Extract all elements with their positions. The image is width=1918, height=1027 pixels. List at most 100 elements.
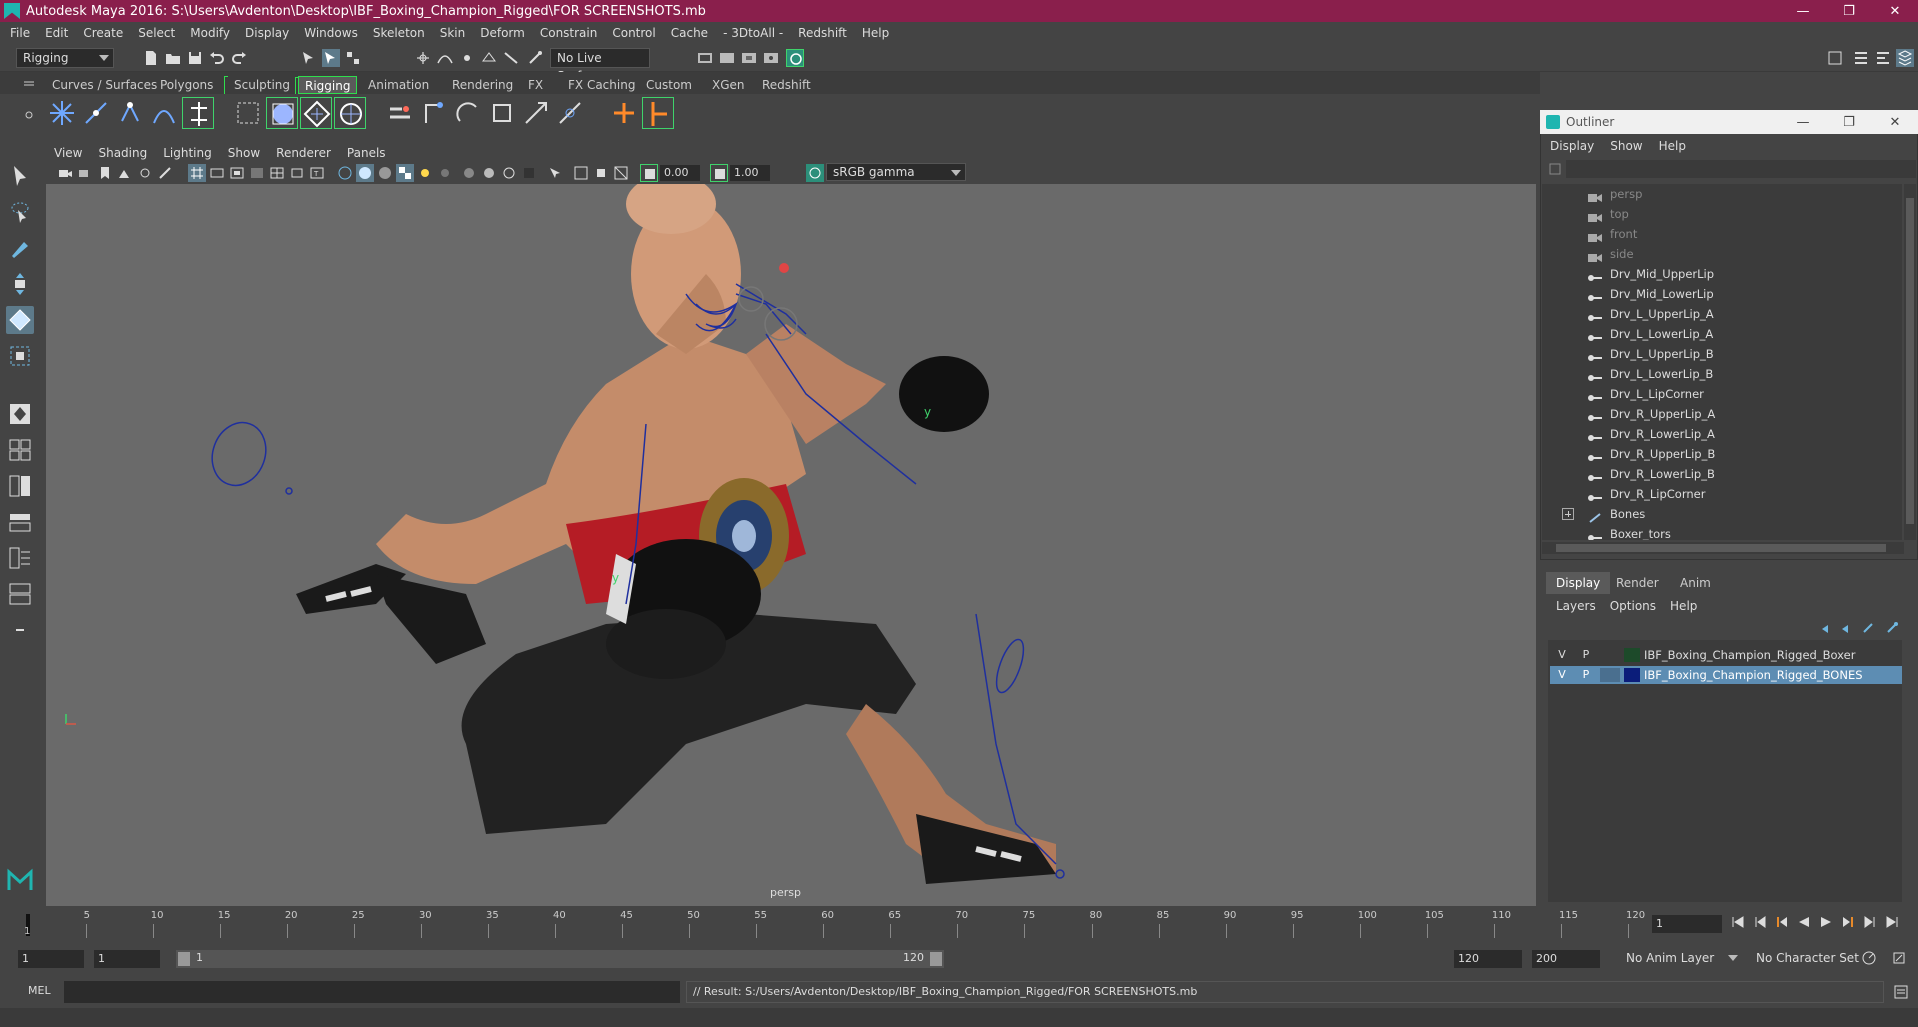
locator-icon[interactable] bbox=[46, 97, 78, 129]
menu-item-select[interactable]: Select bbox=[138, 26, 175, 40]
shelf-options-icon[interactable] bbox=[20, 106, 38, 124]
exposure-field[interactable]: 0.00 bbox=[660, 165, 700, 181]
persp-graph-layout-icon[interactable] bbox=[6, 544, 34, 572]
command-input[interactable] bbox=[64, 981, 680, 1003]
xray-icon[interactable] bbox=[460, 164, 478, 182]
persp-outliner-layout-icon[interactable] bbox=[6, 508, 34, 536]
outliner-item[interactable]: Drv_R_UpperLip_B bbox=[1542, 444, 1902, 464]
visibility-toggle[interactable]: V bbox=[1552, 648, 1572, 662]
step-back-frame-icon[interactable] bbox=[1752, 914, 1768, 930]
expand-toggle-icon[interactable] bbox=[1562, 508, 1574, 520]
lasso-tool-icon[interactable] bbox=[6, 198, 34, 226]
outliner-menu-show[interactable]: Show bbox=[1610, 139, 1642, 153]
bookmark-icon[interactable] bbox=[96, 164, 114, 182]
default-material-icon[interactable] bbox=[376, 164, 394, 182]
exposure-icon[interactable] bbox=[640, 164, 658, 182]
layer-row[interactable]: V P IBF_Boxing_Champion_Rigged_Boxer bbox=[1550, 646, 1902, 664]
create-empty-layer-icon[interactable] bbox=[1860, 620, 1878, 638]
layer-menu-help[interactable]: Help bbox=[1670, 599, 1697, 613]
viewport-menu-lighting[interactable]: Lighting bbox=[163, 146, 212, 160]
isolate-select-icon[interactable] bbox=[546, 164, 564, 182]
render-view-icon[interactable] bbox=[762, 49, 780, 67]
outliner-item[interactable]: front bbox=[1542, 224, 1902, 244]
outliner-hscroll-thumb[interactable] bbox=[1556, 544, 1886, 552]
menu-item-constrain[interactable]: Constrain bbox=[540, 26, 598, 40]
create-layer-from-selected-icon[interactable] bbox=[1884, 620, 1902, 638]
safe-action-icon[interactable] bbox=[288, 164, 306, 182]
display-type-toggle[interactable] bbox=[1600, 668, 1620, 682]
menu-item-redshift[interactable]: Redshift bbox=[798, 26, 847, 40]
redshift-render-icon[interactable] bbox=[786, 49, 804, 67]
animation-start-field[interactable]: 1 bbox=[18, 950, 84, 968]
aim-constraint-icon[interactable] bbox=[520, 97, 552, 129]
scale-tool-icon[interactable] bbox=[6, 342, 34, 370]
frame-all-icon[interactable] bbox=[572, 164, 590, 182]
shelf-tab-polygons[interactable]: Polygons bbox=[154, 76, 219, 94]
paint-weights-icon[interactable] bbox=[232, 97, 264, 129]
outliner-minimize-button[interactable]: — bbox=[1780, 110, 1826, 134]
script-language-button[interactable]: MEL bbox=[28, 984, 51, 997]
point-constraint-icon[interactable] bbox=[418, 97, 450, 129]
viewport-menu-panels[interactable]: Panels bbox=[347, 146, 386, 160]
ik-spline-icon[interactable] bbox=[148, 97, 180, 129]
cluster-icon[interactable] bbox=[300, 97, 332, 129]
channel-box-icon[interactable] bbox=[1896, 49, 1914, 67]
maximize-button[interactable]: ❐ bbox=[1826, 0, 1872, 22]
snap-grid-icon[interactable] bbox=[414, 49, 432, 67]
gate-mask-icon[interactable] bbox=[248, 164, 266, 182]
wireframe-icon[interactable] bbox=[336, 164, 354, 182]
pole-vector-icon[interactable] bbox=[554, 97, 586, 129]
snap-point-icon[interactable] bbox=[458, 49, 476, 67]
select-component-icon[interactable] bbox=[344, 49, 362, 67]
viewport-menu-show[interactable]: Show bbox=[228, 146, 260, 160]
bind-skin-icon[interactable] bbox=[182, 97, 214, 129]
animation-preferences-icon[interactable] bbox=[1890, 949, 1908, 967]
maya-workspace-logo-icon[interactable] bbox=[6, 866, 34, 894]
layer-color-swatch[interactable] bbox=[1624, 648, 1640, 662]
shelf-tab-xgen[interactable]: XGen bbox=[706, 76, 751, 94]
tool-settings-icon[interactable] bbox=[1874, 49, 1892, 67]
animation-end-field[interactable]: 200 bbox=[1532, 950, 1600, 968]
safe-title-icon[interactable]: T bbox=[308, 164, 326, 182]
layer-tab-render[interactable]: Render bbox=[1606, 572, 1669, 594]
new-scene-icon[interactable] bbox=[142, 49, 160, 67]
time-slider[interactable]: 1 5 10 15 20 25 30 35 40 45 50 55 60 65 70 75 80 85 90 95 10… bbox=[22, 910, 1645, 940]
shelf-tab-redshift[interactable]: Redshift bbox=[756, 76, 817, 94]
shadows-icon[interactable] bbox=[436, 164, 454, 182]
menu-item-control[interactable]: Control bbox=[612, 26, 655, 40]
ipr-render-icon[interactable] bbox=[740, 49, 758, 67]
select-tool-icon[interactable] bbox=[6, 162, 34, 190]
gamma-icon[interactable] bbox=[710, 164, 728, 182]
save-scene-icon[interactable] bbox=[186, 49, 204, 67]
outliner-item[interactable]: Drv_Mid_UpperLip bbox=[1542, 264, 1902, 284]
four-view-layout-icon[interactable] bbox=[6, 436, 34, 464]
lattice-icon[interactable] bbox=[266, 97, 298, 129]
outliner-vertical-scrollbar[interactable] bbox=[1904, 184, 1916, 540]
outliner-scroll-thumb[interactable] bbox=[1906, 198, 1914, 524]
outliner-item[interactable]: Drv_R_UpperLip_A bbox=[1542, 404, 1902, 424]
viewport-menu-shading[interactable]: Shading bbox=[98, 146, 147, 160]
menu-item-skeleton[interactable]: Skeleton bbox=[373, 26, 425, 40]
menu-item-modify[interactable]: Modify bbox=[190, 26, 230, 40]
use-all-lights-icon[interactable] bbox=[416, 164, 434, 182]
attribute-editor-icon[interactable] bbox=[1852, 49, 1870, 67]
visibility-toggle[interactable]: V bbox=[1552, 668, 1572, 682]
playback-start-field[interactable]: 1 bbox=[94, 950, 160, 968]
menu-item-file[interactable]: File bbox=[10, 26, 30, 40]
select-hierarchy-icon[interactable] bbox=[300, 49, 318, 67]
move-tool-icon[interactable] bbox=[6, 270, 34, 298]
gamma-field[interactable]: 1.00 bbox=[730, 165, 770, 181]
viewport-menu-view[interactable]: View bbox=[54, 146, 82, 160]
move-layer-up-icon[interactable] bbox=[1818, 620, 1836, 638]
camera-attributes-icon[interactable] bbox=[76, 164, 94, 182]
layer-color-swatch[interactable] bbox=[1624, 668, 1640, 682]
shelf-tab-fx[interactable]: FX bbox=[522, 76, 549, 94]
outliner-menu-help[interactable]: Help bbox=[1659, 139, 1686, 153]
range-slider-start-handle[interactable] bbox=[178, 952, 190, 966]
smooth-shade-icon[interactable] bbox=[356, 164, 374, 182]
go-to-start-icon[interactable] bbox=[1730, 914, 1746, 930]
snap-curve-icon[interactable] bbox=[436, 49, 454, 67]
shelf-tab-curves-surfaces[interactable]: Curves / Surfaces bbox=[46, 76, 163, 94]
color-management-icon[interactable] bbox=[806, 164, 824, 182]
layer-tab-anim[interactable]: Anim bbox=[1670, 572, 1721, 594]
